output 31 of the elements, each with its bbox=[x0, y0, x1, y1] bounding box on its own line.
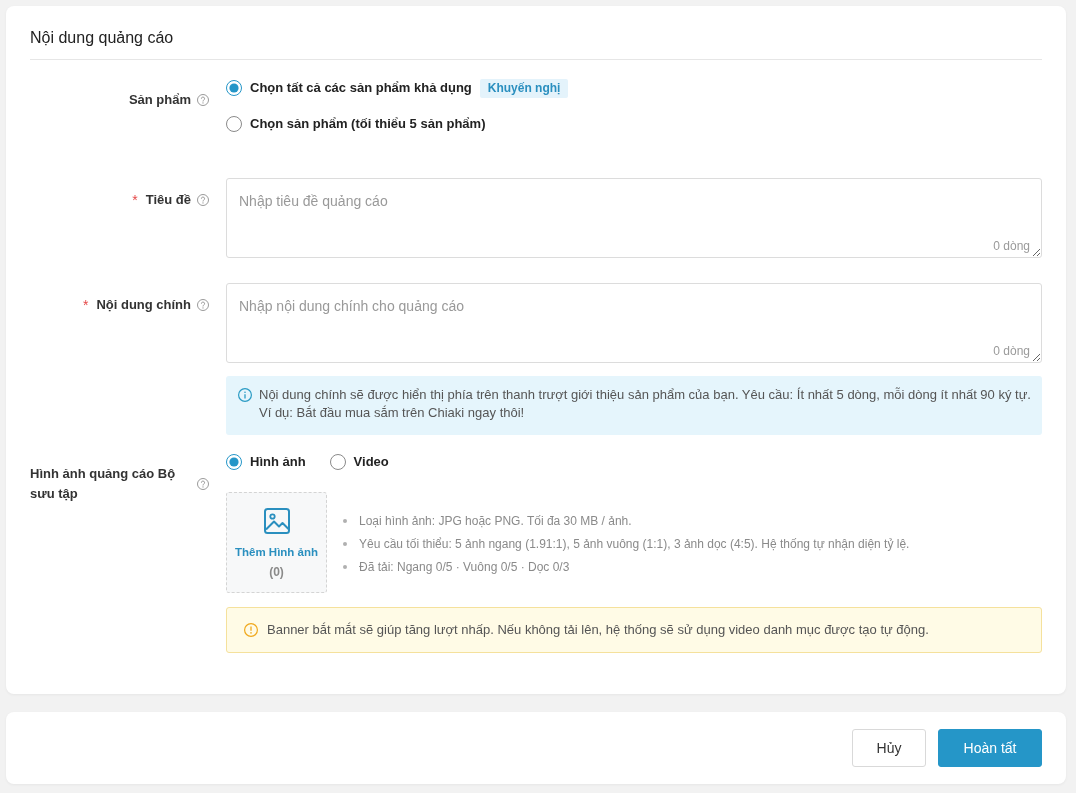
field-label: Hình ảnh quảng cáo Bộ sưu tập bbox=[30, 465, 177, 503]
cancel-button[interactable]: Hủy bbox=[852, 729, 926, 767]
radio-option[interactable]: Hình ảnh bbox=[226, 452, 306, 472]
radio-option[interactable]: Chọn sản phẩm (tối thiểu 5 sản phẩm) bbox=[226, 114, 486, 134]
help-icon bbox=[197, 94, 209, 106]
help-icon bbox=[197, 478, 209, 490]
required-mark: * bbox=[82, 296, 89, 315]
notice-text: Banner bắt mắt sẽ giúp tăng lượt nhấp. Nếu không tải lên, hệ thống sẽ sử dụng video danh mục được tạo tự động. bbox=[267, 621, 929, 639]
field-label: Sản phẩm bbox=[128, 91, 191, 109]
requirement-text: Yêu cầu tối thiểu: 5 ảnh ngang (1.91:1), 5 ảnh vuông (1:1), 3 ảnh dọc (4:5). Hệ thống tự nhận diện tỷ lệ. bbox=[359, 535, 910, 552]
line-counter: 0 dòng bbox=[993, 343, 1030, 359]
help-icon bbox=[197, 299, 209, 311]
warning-icon bbox=[244, 623, 258, 637]
bullet-icon bbox=[343, 518, 347, 523]
field-label: Tiêu đề bbox=[145, 191, 191, 209]
requirement-text: Đã tải: Ngang 0/5 · Vuông 0/5 · Dọc 0/3 bbox=[359, 558, 570, 575]
image-icon bbox=[263, 508, 290, 534]
section-title: Nội dung quảng cáo bbox=[30, 28, 174, 48]
radio-option[interactable]: Video bbox=[329, 452, 389, 472]
required-mark: * bbox=[132, 191, 138, 210]
notice-text: Nội dung chính sẽ được hiển thị phía trên thanh trượt giới thiệu sản phẩm của bạn. Yêu cầu: Ít nhất 5 dòng, mỗi dòng ít nhất 90 ký tự. bbox=[259, 386, 1031, 404]
line-counter: 0 dòng bbox=[993, 238, 1030, 254]
help-icon bbox=[197, 194, 209, 206]
requirement-text: Loại hình ảnh: JPG hoặc PNG. Tối đa 30 MB / ảnh. bbox=[359, 512, 632, 529]
field-label: Nội dung chính bbox=[96, 296, 191, 314]
notice-text: Ví dụ: Bắt đầu mua sắm trên Chiaki ngay thôi! bbox=[259, 404, 526, 422]
bullet-icon bbox=[343, 564, 347, 569]
bullet-icon bbox=[343, 541, 347, 546]
recommended-badge: Khuyến nghị bbox=[479, 78, 569, 98]
info-icon bbox=[238, 388, 252, 402]
radio-option[interactable]: Chọn tất cả các sản phẩm khả dụng bbox=[226, 78, 472, 98]
